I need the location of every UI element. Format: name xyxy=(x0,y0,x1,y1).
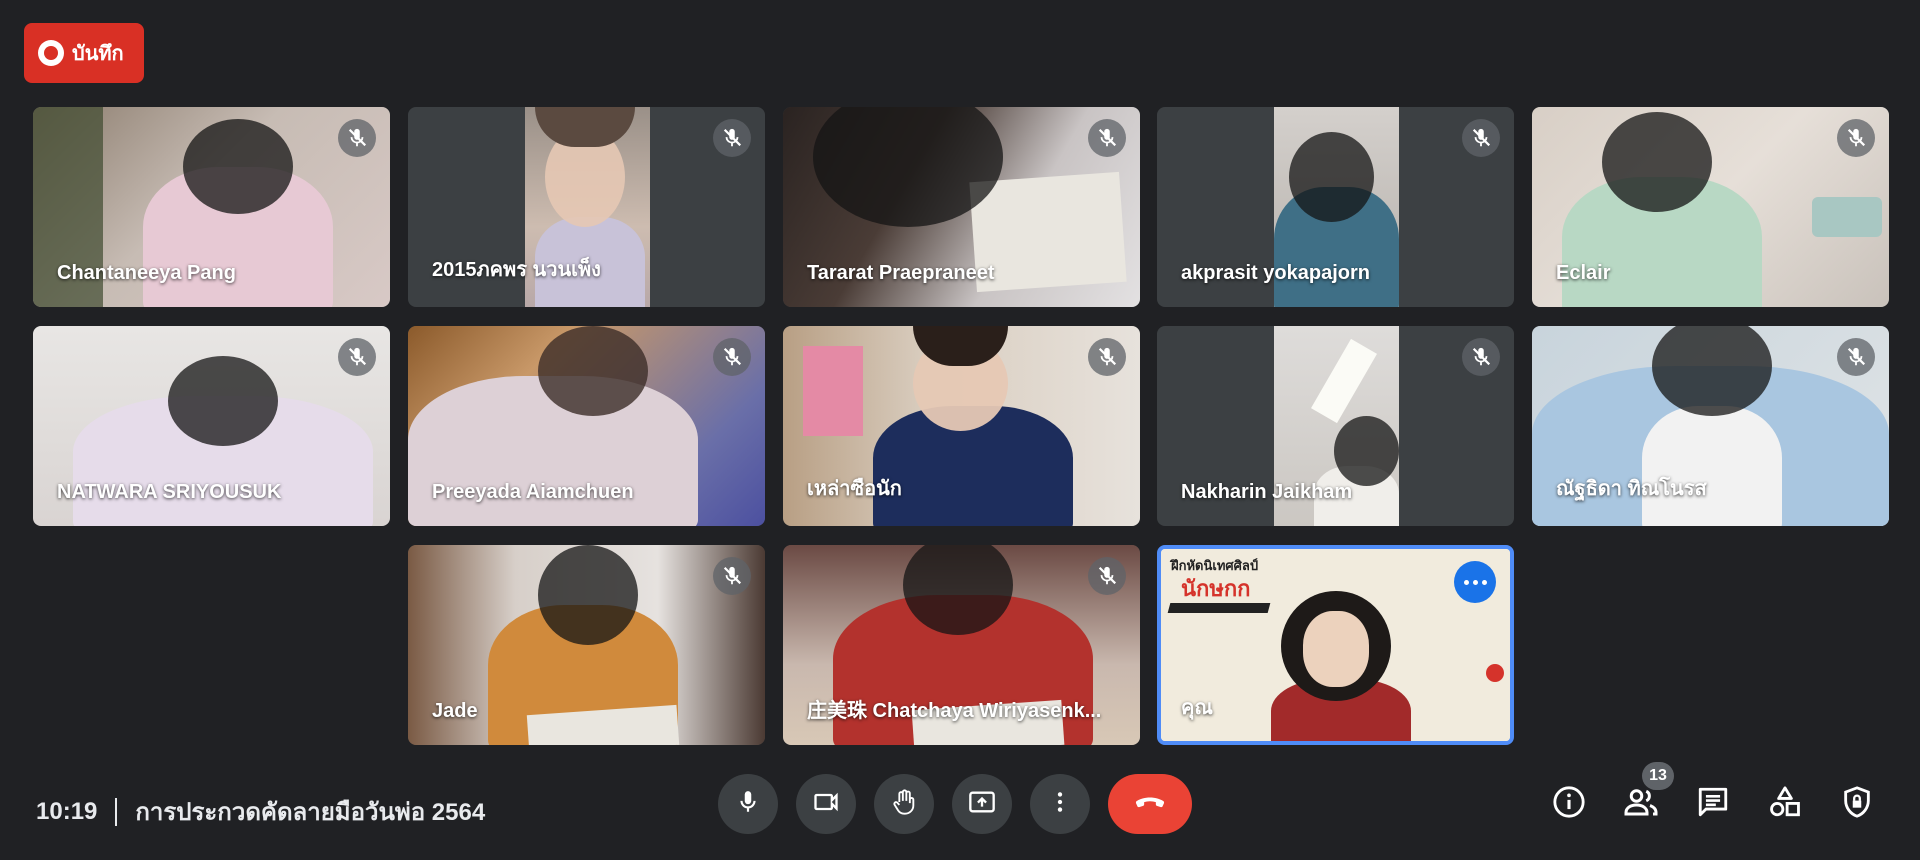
participant-tile[interactable]: Jade xyxy=(408,545,765,745)
more-options-button[interactable] xyxy=(1454,561,1496,603)
participant-name: Preeyada Aiamchuen xyxy=(432,481,634,503)
participant-tile[interactable]: ณัฐธิดา ทิณโนรส xyxy=(1532,326,1889,526)
recording-label: บันทึก xyxy=(72,43,124,65)
participant-name: ณัฐธิดา ทิณโนรส xyxy=(1556,478,1707,500)
mic-button[interactable] xyxy=(718,774,778,834)
meeting-info: 10:19 การประกวดคัดลายมือวันพ่อ 2564 xyxy=(36,792,485,831)
camera-button[interactable] xyxy=(796,774,856,834)
participant-name: คุณ xyxy=(1181,697,1213,719)
people-button[interactable] xyxy=(1621,784,1661,824)
participant-tile[interactable]: Tararat Praepraneet xyxy=(783,107,1140,307)
mic-off-icon xyxy=(1462,119,1500,157)
end-call-button[interactable] xyxy=(1108,774,1192,834)
chat-icon xyxy=(1696,785,1730,824)
participant-tile[interactable]: Nakharin Jaikham xyxy=(1157,326,1514,526)
info-icon xyxy=(1552,785,1586,824)
participant-name: NATWARA SRIYOUSUK xyxy=(57,481,282,503)
chat-button[interactable] xyxy=(1693,784,1733,824)
meeting-title: การประกวดคัดลายมือวันพ่อ 2564 xyxy=(135,799,486,826)
raise-hand-button[interactable] xyxy=(874,774,934,834)
participant-tile[interactable]: akprasit yokapajorn xyxy=(1157,107,1514,307)
recording-indicator[interactable]: บันทึก xyxy=(24,23,144,83)
more-options-button[interactable] xyxy=(1030,774,1090,834)
participant-name: Chantaneeya Pang xyxy=(57,262,236,284)
host-controls-icon xyxy=(1840,785,1874,824)
participant-name: Eclair xyxy=(1556,262,1611,284)
participant-tile[interactable]: Chantaneeya Pang xyxy=(33,107,390,307)
mic-off-icon xyxy=(1837,338,1875,376)
mic-off-icon xyxy=(1837,119,1875,157)
participant-name: เหล่าซือนัก xyxy=(807,478,902,500)
mic-off-icon xyxy=(713,557,751,595)
virtual-background-logo: นักษกก xyxy=(1181,576,1251,601)
participant-tile[interactable]: Preeyada Aiamchuen xyxy=(408,326,765,526)
mic-icon xyxy=(735,789,761,820)
mic-off-icon xyxy=(1088,557,1126,595)
divider xyxy=(115,797,118,826)
activities-icon xyxy=(1768,785,1802,824)
participant-name: Tararat Praepraneet xyxy=(807,262,995,284)
participant-tile[interactable]: 庄美珠 Chatchaya Wiriyasenk... xyxy=(783,545,1140,745)
more-options-icon xyxy=(1047,789,1073,820)
end-call-icon xyxy=(1132,784,1168,825)
self-view-tile[interactable]: ฝึกหัดนิเทศศิลป์ นักษกก คุณ xyxy=(1157,545,1514,745)
participant-tile[interactable]: 2015ภคพร นวนเพ็ง xyxy=(408,107,765,307)
people-count-badge: 13 xyxy=(1642,762,1674,790)
participant-name: 2015ภคพร นวนเพ็ง xyxy=(432,259,601,281)
participant-name: akprasit yokapajorn xyxy=(1181,262,1370,284)
participant-name: 庄美珠 Chatchaya Wiriyasenk... xyxy=(807,700,1102,722)
mic-off-icon xyxy=(338,119,376,157)
participant-tile[interactable]: Eclair xyxy=(1532,107,1889,307)
participant-tile[interactable]: เหล่าซือนัก xyxy=(783,326,1140,526)
present-icon xyxy=(968,788,996,821)
mic-off-icon xyxy=(713,119,751,157)
raise-hand-icon xyxy=(890,788,918,821)
mic-off-icon xyxy=(338,338,376,376)
mic-off-icon xyxy=(1088,338,1126,376)
activities-button[interactable] xyxy=(1765,784,1805,824)
meeting-details-button[interactable] xyxy=(1549,784,1589,824)
meeting-time: 10:19 xyxy=(36,797,98,825)
camera-icon xyxy=(812,788,840,821)
participant-name: Jade xyxy=(432,700,478,722)
participant-tile[interactable]: NATWARA SRIYOUSUK xyxy=(33,326,390,526)
mic-off-icon xyxy=(713,338,751,376)
mic-off-icon xyxy=(1088,119,1126,157)
present-button[interactable] xyxy=(952,774,1012,834)
mic-off-icon xyxy=(1462,338,1500,376)
record-icon xyxy=(38,40,64,66)
participant-name: Nakharin Jaikham xyxy=(1181,481,1353,503)
host-controls-button[interactable] xyxy=(1837,784,1877,824)
